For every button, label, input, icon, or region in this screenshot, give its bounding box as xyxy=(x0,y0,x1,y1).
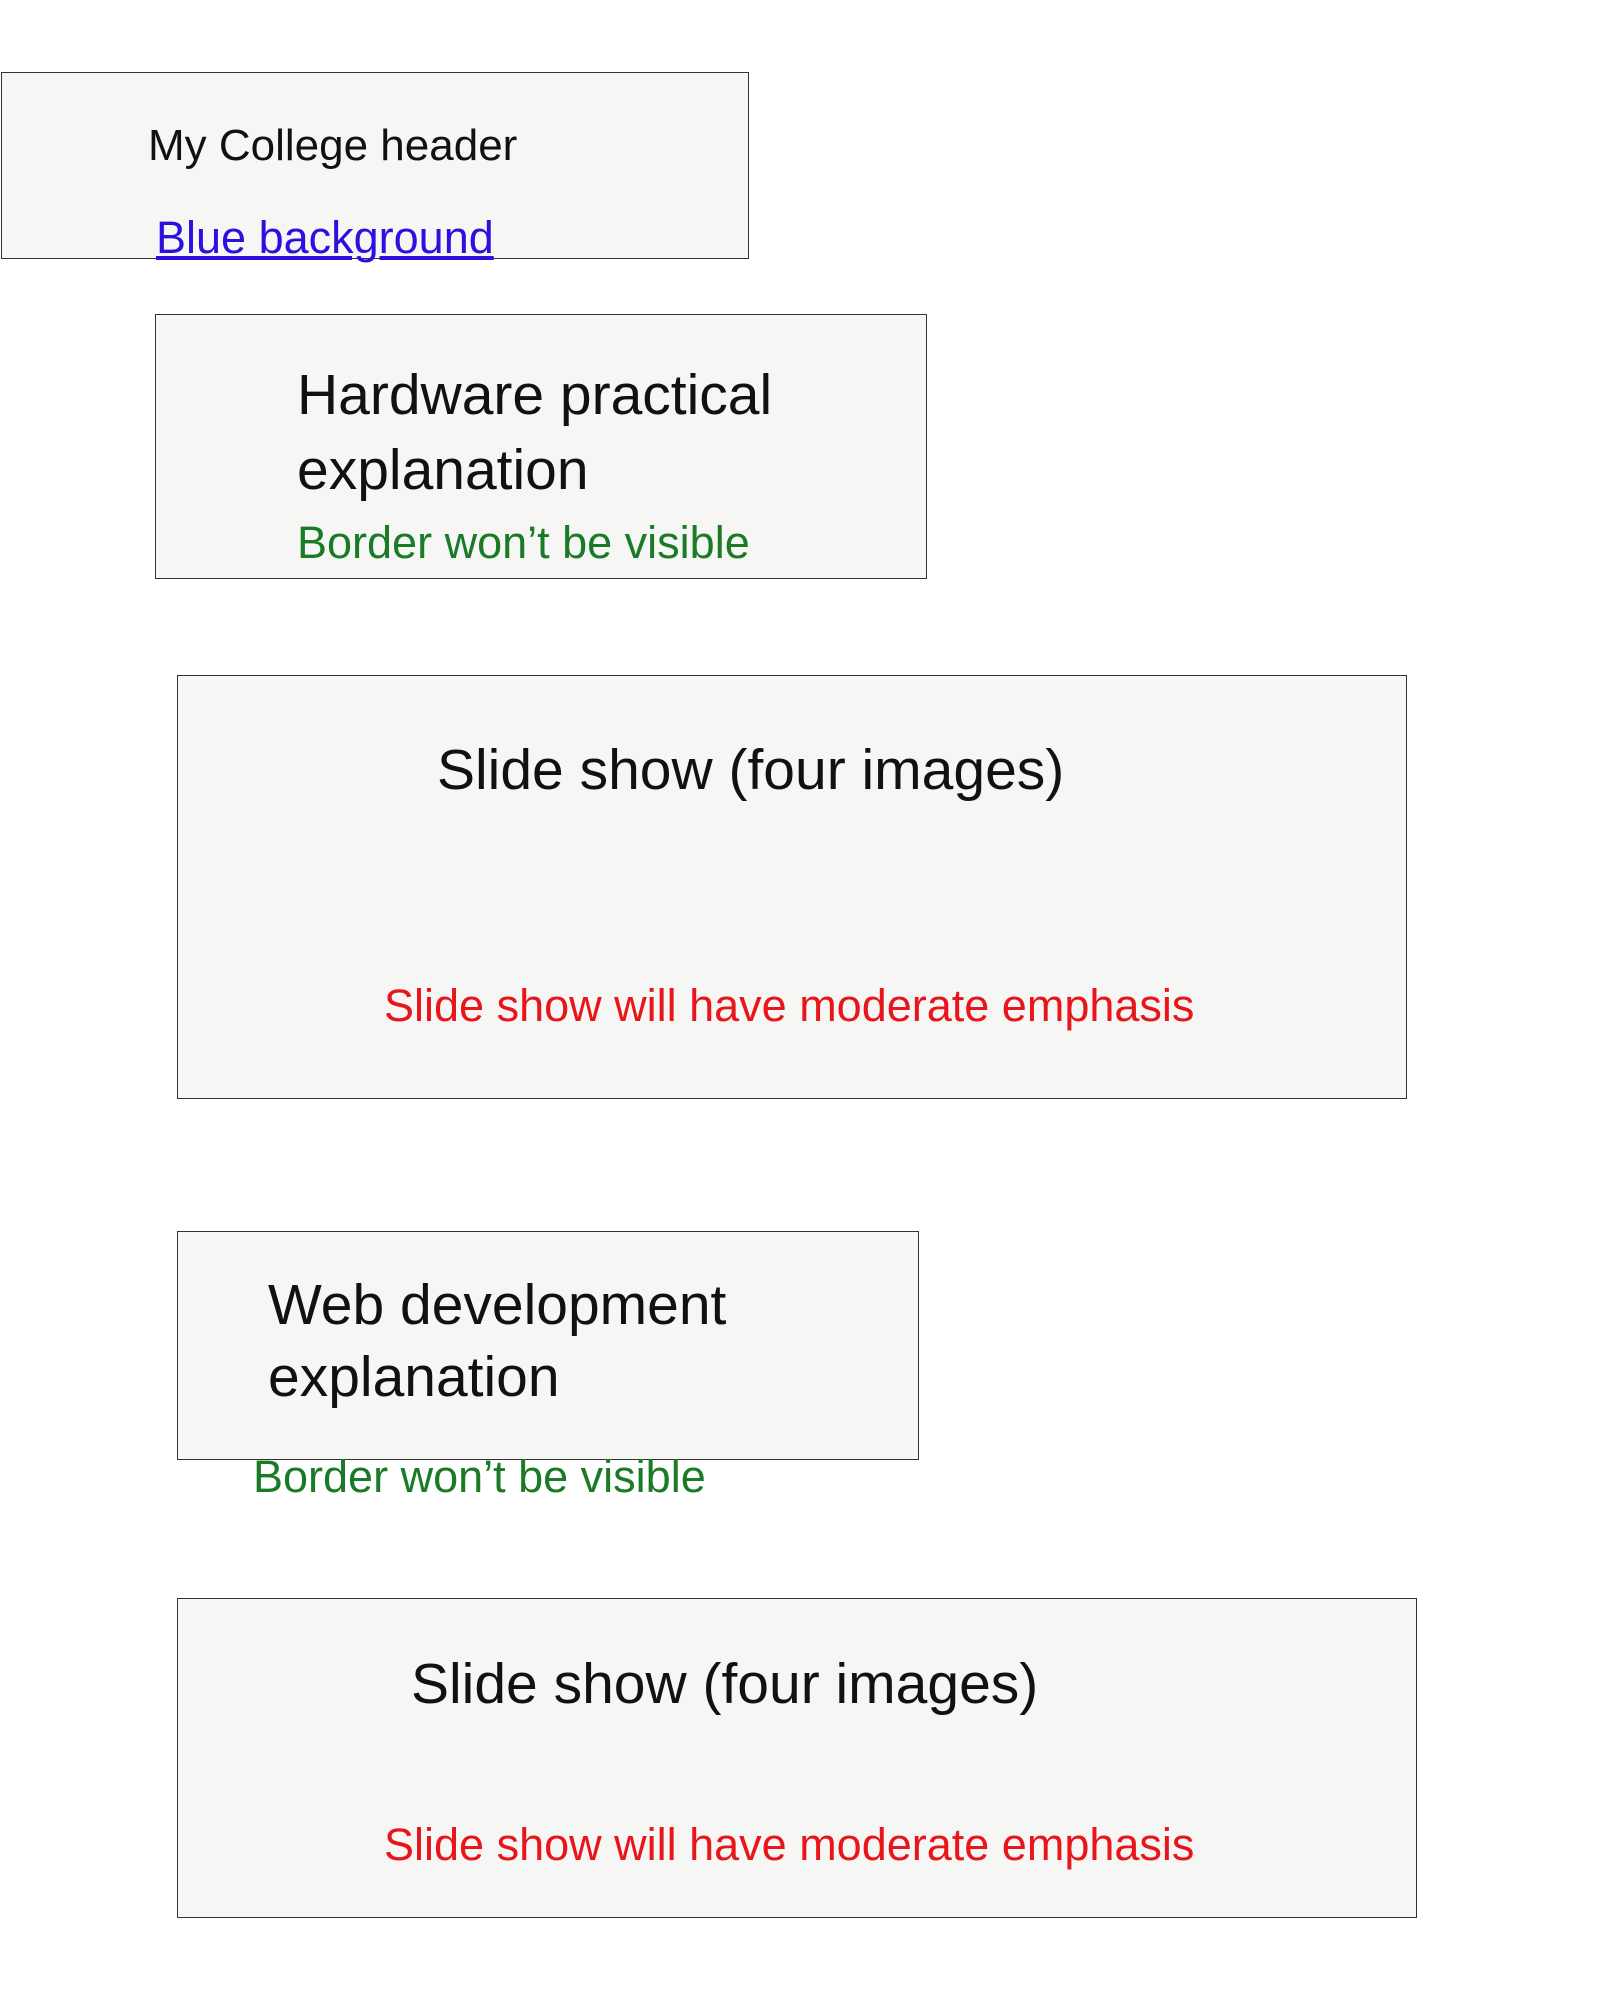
slideshow-2-note: Slide show will have moderate emphasis xyxy=(384,1819,1195,1870)
header-note: Blue background xyxy=(156,212,494,263)
slideshow-1-note: Slide show will have moderate emphasis xyxy=(384,980,1195,1031)
webdev-note: Border won’t be visible xyxy=(253,1451,706,1502)
slideshow-1-title: Slide show (four images) xyxy=(437,738,1065,802)
webdev-title-line1: Web development xyxy=(268,1273,727,1337)
webdev-title-line2: explanation xyxy=(268,1345,560,1409)
slideshow-2-title: Slide show (four images) xyxy=(411,1652,1039,1716)
hardware-note: Border won’t be visible xyxy=(297,517,750,568)
hardware-title-line1: Hardware practical xyxy=(297,363,773,427)
header-title: My College header xyxy=(148,121,518,170)
hardware-title-line2: explanation xyxy=(297,438,589,502)
